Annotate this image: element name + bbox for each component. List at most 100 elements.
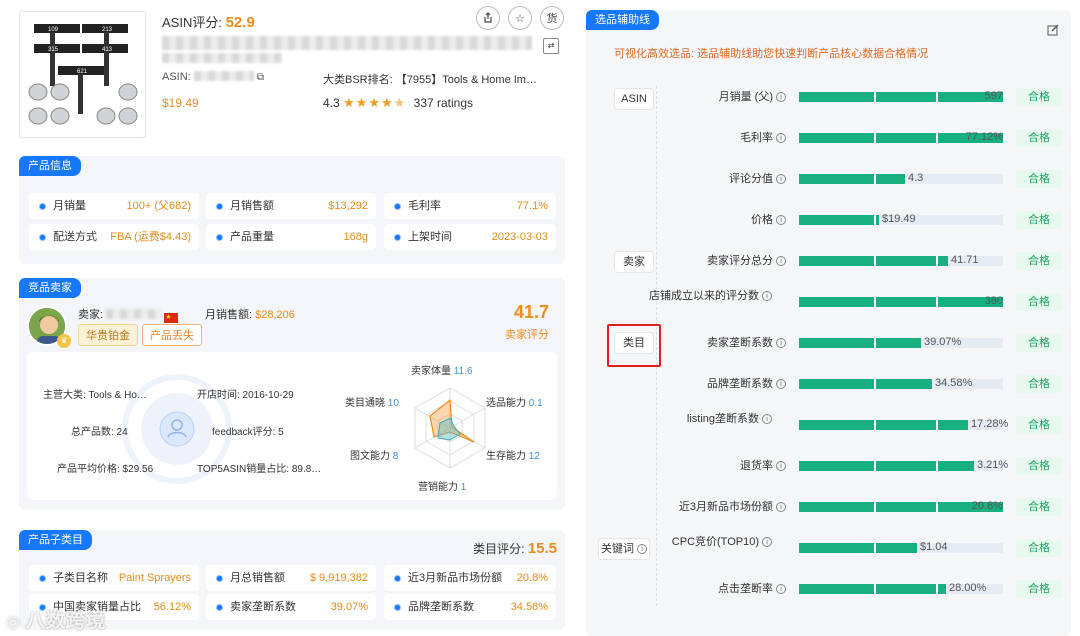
metric-status-badge: 合格 [1016, 375, 1062, 393]
bar-segment-divider [874, 215, 876, 225]
metric-bar-track: 597 [799, 90, 1003, 102]
seller-score: 41.7 [513, 302, 549, 322]
info-cell: 上架时间 2023-03-03 [384, 224, 556, 250]
subcat-cell: 子类目名称 Paint Sprayers [29, 565, 199, 591]
metric-bar-track: 39.07% [799, 336, 1003, 348]
info-value: 168g [343, 231, 368, 243]
subcat-key: 近3月新品市场份额 [408, 572, 503, 584]
bar-segment-divider [874, 543, 876, 553]
translate-icon[interactable]: ⇄ [543, 38, 559, 54]
info-value: 100+ (父682) [126, 200, 191, 212]
metric-bar-fill [799, 461, 974, 471]
info-icon[interactable]: i [776, 133, 786, 143]
metric-status-badge: 合格 [1016, 539, 1062, 557]
metric-value: 20.8% [971, 500, 1003, 512]
asin-label: ASIN: [162, 71, 191, 83]
star-icon: ☆ [515, 12, 525, 25]
copy-icon[interactable]: ⧉ [257, 72, 264, 83]
metric-value: 77.12% [965, 131, 1003, 143]
info-icon[interactable]: i [762, 414, 772, 424]
product-info-card: 产品信息 月销量 100+ (父682) 月销售额 $13,292 毛利率 77.1%… [19, 156, 565, 264]
metric-bar-track: 3.21% [799, 459, 1008, 471]
bar-segment-divider [874, 502, 876, 512]
info-icon[interactable]: i [776, 338, 786, 348]
platinum-badge: 华贵铂金 [78, 324, 138, 346]
dot-icon [39, 575, 46, 582]
image-label: 213 [102, 27, 113, 33]
metric-bar-fill [799, 174, 905, 184]
bar-segment-divider [874, 338, 876, 348]
info-icon[interactable]: i [776, 174, 786, 184]
seller-name-blurred[interactable] [106, 309, 162, 319]
info-cell: 配送方式 FBA (运费$4.43) [29, 224, 199, 250]
info-icon[interactable]: i [776, 92, 786, 102]
asin-score-label: ASIN评分: [162, 15, 222, 30]
info-cell: 产品重量 168g [206, 224, 376, 250]
info-value: 77.1% [516, 200, 548, 212]
rating-value: 4.3 [323, 96, 340, 110]
radar-label-category: 类目通晓 10 [345, 398, 399, 409]
metric-value: $19.49 [882, 213, 916, 225]
image-label: 413 [102, 47, 113, 53]
metric-value: 3.21% [977, 459, 1009, 471]
metric-name: 毛利率 i [616, 131, 786, 145]
metric-bar-track: 34.58% [799, 377, 1003, 389]
info-icon[interactable]: i [776, 256, 786, 266]
metric-value: 17.28% [971, 418, 1009, 430]
image-label: 109 [48, 27, 59, 33]
share-button[interactable] [476, 6, 500, 30]
metric-bar-track: 4.3 [799, 172, 1003, 184]
bar-segment-divider [874, 133, 876, 143]
metric-status-badge: 合格 [1016, 457, 1062, 475]
info-key: 月销量 [53, 200, 86, 212]
product-image-svg: 109 213 315 413 621 [28, 24, 138, 125]
info-key: 上架时间 [408, 231, 452, 243]
metric-bar-fill [799, 256, 948, 266]
metric-bar-fill [799, 297, 1003, 307]
bar-segment-divider [936, 461, 938, 471]
metric-bar-fill [799, 379, 932, 389]
seller-label: 卖家: [78, 309, 104, 321]
edit-icon[interactable] [1047, 24, 1059, 36]
subcategory-tag: 产品子类目 [19, 530, 92, 550]
rating-row: 4.3 ★★★★★ 337 ratings [323, 95, 473, 111]
seller-sales: 月销售额: $28,206 [205, 306, 295, 322]
dot-icon [216, 575, 223, 582]
ratings-count[interactable]: 337 ratings [414, 96, 473, 110]
seller-sales-label: 月销售额: [205, 309, 253, 321]
cargo-icon: 货 [546, 13, 558, 25]
product-image[interactable]: 109 213 315 413 621 [19, 11, 146, 138]
cargo-button[interactable]: 货 [540, 6, 564, 30]
bar-segment-divider [874, 174, 876, 184]
seller-sales-value: $28,206 [255, 309, 295, 321]
metric-bar-fill [799, 543, 917, 553]
info-icon[interactable]: i [776, 379, 786, 389]
metric-bar-track: 77.12% [799, 131, 1003, 143]
favorite-button[interactable]: ☆ [508, 6, 532, 30]
subcat-cell: 月总销售额 $ 9,919,382 [206, 565, 376, 591]
metric-bar-fill [799, 584, 946, 594]
info-icon[interactable]: i [776, 461, 786, 471]
radar-label-survival: 生存能力 12 [486, 451, 540, 462]
info-icon[interactable]: i [776, 215, 786, 225]
info-icon[interactable]: i [762, 291, 772, 301]
metric-bar-track: 41.71 [799, 254, 1003, 266]
selection-aux-panel: 选品辅助线 可视化高效选品: 选品辅助线助您快速判断产品核心数据合格情况 ASI… [586, 10, 1071, 636]
aux-subtitle: 可视化高效选品: 选品辅助线助您快速判断产品核心数据合格情况 [614, 48, 929, 60]
bsr-value[interactable]: 【7955】Tools & Home Im… [396, 74, 537, 86]
info-icon[interactable]: i [762, 537, 772, 547]
subcat-cell: 卖家垄断系数 39.07% [206, 594, 376, 620]
metric-name: 店铺成立以来的评分数 i [618, 289, 772, 303]
subcat-key: 子类目名称 [53, 572, 108, 584]
dot-icon [394, 604, 401, 611]
info-icon[interactable]: i [776, 502, 786, 512]
share-icon [484, 12, 492, 23]
info-icon[interactable]: i [776, 584, 786, 594]
metric-bar-fill [799, 338, 921, 348]
subcat-value[interactable]: Paint Sprayers [119, 565, 191, 591]
radar-label-content: 图文能力 8 [350, 451, 399, 462]
metric-name: 价格 i [616, 213, 786, 227]
product-lost-badge[interactable]: 产品丢失 [142, 324, 202, 346]
metric-status-badge: 合格 [1016, 580, 1062, 598]
category-score-label: 类目评分: [473, 542, 525, 556]
